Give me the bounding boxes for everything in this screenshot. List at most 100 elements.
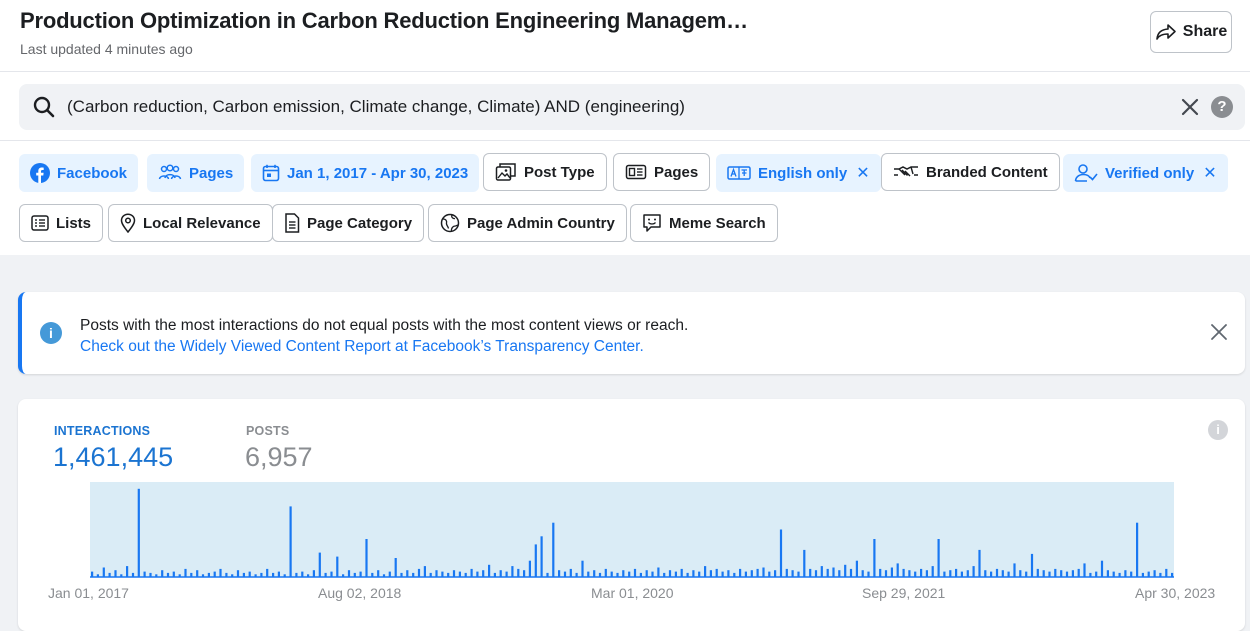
- chart-bar[interactable]: [990, 571, 993, 577]
- chart-bar[interactable]: [920, 568, 923, 577]
- chart-bar[interactable]: [978, 549, 981, 577]
- filter-chip-meme-search[interactable]: Meme Search: [630, 204, 778, 242]
- chart-bar[interactable]: [814, 570, 818, 577]
- chart-bar[interactable]: [236, 570, 240, 577]
- chart-bar[interactable]: [435, 570, 438, 577]
- chart-bar[interactable]: [499, 570, 502, 577]
- chart-bar[interactable]: [849, 568, 853, 577]
- chart-bar[interactable]: [721, 571, 724, 577]
- chart-bar[interactable]: [960, 571, 963, 577]
- chart-bar[interactable]: [1124, 570, 1127, 577]
- chart-bar[interactable]: [587, 571, 590, 577]
- chart-bar[interactable]: [184, 568, 187, 577]
- chart-bar[interactable]: [698, 571, 701, 577]
- chart-bar[interactable]: [1054, 568, 1057, 577]
- chart-bar[interactable]: [704, 566, 707, 577]
- chart-bar[interactable]: [633, 568, 637, 577]
- chart-bar[interactable]: [114, 570, 117, 577]
- chart-bar[interactable]: [441, 571, 444, 577]
- chart-bar[interactable]: [91, 571, 94, 577]
- chart-bar[interactable]: [937, 539, 940, 577]
- chart-bar[interactable]: [791, 570, 794, 577]
- chart-bar[interactable]: [196, 570, 199, 577]
- chart-bar[interactable]: [890, 567, 893, 578]
- chart-bar[interactable]: [1048, 571, 1051, 577]
- chart-bar[interactable]: [458, 571, 461, 577]
- chart-bar[interactable]: [1147, 571, 1150, 577]
- chart-bar[interactable]: [1130, 571, 1133, 577]
- filter-chip-facebook[interactable]: Facebook: [19, 154, 139, 192]
- chart-bar[interactable]: [488, 564, 491, 577]
- chart-bar[interactable]: [628, 571, 631, 577]
- chart-bar[interactable]: [914, 571, 917, 577]
- chart-bar[interactable]: [774, 570, 777, 577]
- chart-bar[interactable]: [1112, 571, 1115, 577]
- chart-bar[interactable]: [995, 568, 999, 577]
- chart-bar[interactable]: [966, 570, 969, 577]
- chart-bar[interactable]: [1136, 522, 1139, 577]
- chart-bar[interactable]: [318, 552, 321, 577]
- chart-bar[interactable]: [1083, 563, 1086, 577]
- chart-bar[interactable]: [692, 570, 695, 577]
- chart-bar[interactable]: [1030, 553, 1034, 577]
- filter-chip-verified-only[interactable]: Verified only ✕: [1063, 154, 1228, 192]
- chart-bar[interactable]: [581, 560, 584, 577]
- chart-bar[interactable]: [803, 549, 806, 577]
- chart-bar[interactable]: [172, 571, 175, 577]
- chart-bar[interactable]: [1007, 571, 1010, 577]
- chart-bar[interactable]: [931, 566, 934, 577]
- chart-bar[interactable]: [1077, 568, 1080, 577]
- chart-bar[interactable]: [855, 560, 858, 577]
- chart-bar[interactable]: [126, 566, 129, 577]
- chart-bar[interactable]: [604, 568, 607, 577]
- chart-bar[interactable]: [248, 571, 251, 577]
- chart-bar[interactable]: [558, 570, 561, 577]
- chart-bar[interactable]: [756, 568, 759, 577]
- chart-bar[interactable]: [838, 570, 841, 577]
- chart-bar[interactable]: [797, 571, 800, 577]
- chart-bar[interactable]: [680, 568, 683, 577]
- chart-bar[interactable]: [943, 571, 946, 577]
- chart-bar[interactable]: [505, 571, 508, 577]
- chart-bar[interactable]: [476, 571, 479, 577]
- chart-bar[interactable]: [820, 566, 823, 577]
- chart-bar[interactable]: [523, 570, 526, 577]
- chart-bar[interactable]: [534, 544, 537, 577]
- chart-bar[interactable]: [826, 568, 829, 577]
- chart-bar[interactable]: [902, 568, 905, 577]
- chart-bar[interactable]: [1025, 571, 1028, 577]
- chart-bar[interactable]: [312, 570, 315, 577]
- filter-chip-pages-type[interactable]: Pages: [147, 154, 245, 192]
- chart-bar[interactable]: [161, 570, 164, 577]
- chart-bar[interactable]: [482, 570, 485, 577]
- chart-bar[interactable]: [867, 571, 870, 577]
- chart-bar[interactable]: [511, 566, 514, 577]
- chart-bar[interactable]: [896, 563, 899, 577]
- chart-bar[interactable]: [517, 568, 520, 577]
- chart-bar[interactable]: [1019, 570, 1022, 577]
- clear-search-icon[interactable]: [1179, 96, 1201, 118]
- chart-bar[interactable]: [102, 567, 105, 578]
- filter-chip-pages[interactable]: Pages: [613, 153, 711, 191]
- chart-bar[interactable]: [1060, 570, 1063, 577]
- chart-bar[interactable]: [470, 568, 473, 577]
- chart-bar[interactable]: [908, 570, 911, 577]
- chart-bar[interactable]: [657, 567, 660, 578]
- chart-bar[interactable]: [622, 570, 625, 577]
- filter-chip-page-category[interactable]: Page Category: [272, 204, 425, 242]
- search-query-text[interactable]: (Carbon reduction, Carbon emission, Clim…: [67, 97, 685, 117]
- filter-chip-branded-content[interactable]: Branded Content: [881, 153, 1060, 191]
- chart-bar[interactable]: [347, 570, 351, 577]
- chart-bar[interactable]: [715, 568, 718, 577]
- chart-bar[interactable]: [750, 570, 753, 577]
- help-icon[interactable]: ?: [1211, 96, 1233, 118]
- chart-bar[interactable]: [1013, 563, 1016, 577]
- chart-bar[interactable]: [336, 556, 339, 577]
- filter-chip-lists[interactable]: Lists: [19, 204, 104, 242]
- chart-bar[interactable]: [266, 568, 269, 577]
- filter-chip-page-admin-country[interactable]: Page Admin Country: [428, 204, 627, 242]
- share-button[interactable]: Share: [1150, 11, 1232, 53]
- chart-bar[interactable]: [844, 564, 847, 577]
- filter-chip-post-type[interactable]: Post Type: [483, 153, 607, 191]
- chart-bar[interactable]: [785, 568, 788, 577]
